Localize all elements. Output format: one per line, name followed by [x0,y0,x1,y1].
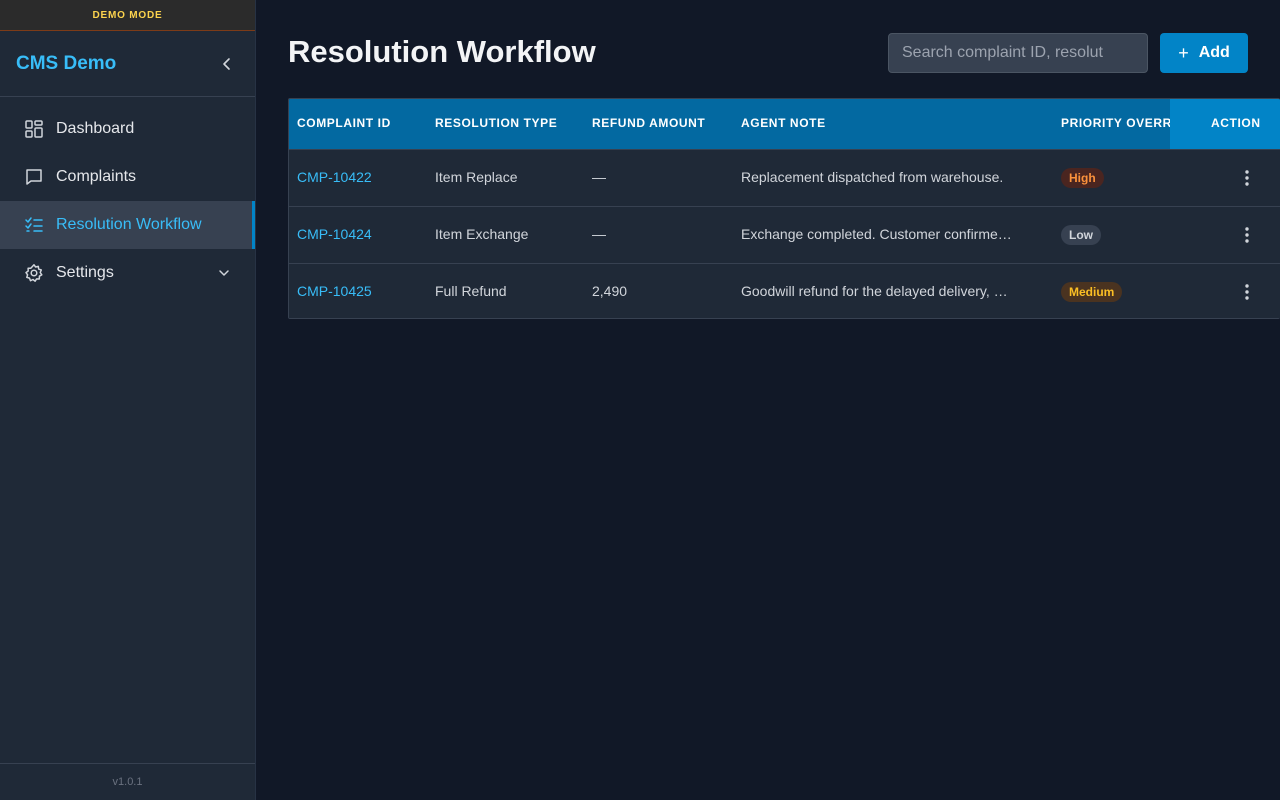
chevron-left-icon [223,57,230,70]
plus-icon: + [1178,42,1189,63]
brand-row: CMS Demo [0,31,255,97]
collapse-sidebar-button[interactable] [215,52,239,76]
complaint-id-link[interactable]: CMP-10422 [297,169,372,185]
row-actions-button[interactable] [1235,223,1259,247]
checklist-icon [24,215,44,235]
sidebar-nav: Dashboard Complaints Resolution Workflow… [0,97,255,297]
resolution-type-cell: Item Exchange [435,226,529,242]
brand-name[interactable]: CMS Demo [16,53,116,75]
resolution-type-cell: Full Refund [435,283,507,299]
priority-badge: Medium [1061,282,1123,302]
complaint-id-link[interactable]: CMP-10424 [297,226,372,242]
column-header-refund-amount[interactable]: REFUND AMOUNT [592,116,705,130]
agent-note-cell: Replacement dispatched from warehouse. [741,169,1004,185]
priority-badge: Low [1061,225,1101,245]
more-vertical-icon [1245,227,1249,243]
table-header: COMPLAINT ID RESOLUTION TYPE REFUND AMOU… [289,99,1280,149]
table-row: CMP-10422 Item Replace — Replacement dis… [289,149,1280,206]
resolution-table: COMPLAINT ID RESOLUTION TYPE REFUND AMOU… [288,98,1280,319]
complaint-id-link[interactable]: CMP-10425 [297,283,372,299]
table-row: CMP-10424 Item Exchange — Exchange compl… [289,206,1280,263]
priority-badge: High [1061,168,1104,188]
more-vertical-icon [1245,284,1249,300]
page-title: Resolution Workflow [288,34,596,69]
sidebar-item-label: Settings [56,264,114,281]
column-header-resolution-type[interactable]: RESOLUTION TYPE [435,116,557,130]
row-actions-button[interactable] [1235,166,1259,190]
demo-mode-banner: DEMO MODE [0,0,255,31]
main-content: Resolution Workflow + Add COMPLAINT ID R… [256,0,1280,800]
refund-amount-cell: 2,490 [592,283,628,299]
chat-icon [24,167,44,187]
dashboard-icon [24,119,44,139]
version-label: v1.0.1 [0,763,255,800]
row-actions-button[interactable] [1235,280,1259,304]
add-button[interactable]: + Add [1160,33,1248,73]
sidebar-item-label: Resolution Workflow [56,216,202,233]
sidebar-item-resolution-workflow[interactable]: Resolution Workflow [0,201,255,249]
more-vertical-icon [1245,170,1249,186]
agent-note-cell: Goodwill refund for the delayed delivery… [741,283,1008,299]
refund-amount-cell: — [592,226,606,242]
sidebar-item-label: Dashboard [56,120,135,137]
sidebar-item-complaints[interactable]: Complaints [0,153,255,201]
chevron-down-icon[interactable] [217,266,231,280]
agent-note-cell: Exchange completed. Customer confirme… [741,226,1012,242]
sidebar: DEMO MODE CMS Demo Dashboard Complaints … [0,0,256,800]
column-header-action: ACTION [1211,116,1261,130]
add-button-label: Add [1198,44,1230,61]
column-header-priority-override[interactable]: PRIORITY OVERR [1061,116,1170,130]
sidebar-item-label: Complaints [56,168,137,185]
column-header-complaint-id[interactable]: COMPLAINT ID [297,116,391,130]
refund-amount-cell: — [592,169,606,185]
search-input[interactable] [888,33,1148,73]
sidebar-item-settings[interactable]: Settings [0,249,255,297]
sidebar-item-dashboard[interactable]: Dashboard [0,105,255,153]
column-header-agent-note[interactable]: AGENT NOTE [741,116,826,130]
resolution-type-cell: Item Replace [435,169,518,185]
table-row: CMP-10425 Full Refund 2,490 Goodwill ref… [289,263,1280,318]
gear-icon [24,263,44,283]
